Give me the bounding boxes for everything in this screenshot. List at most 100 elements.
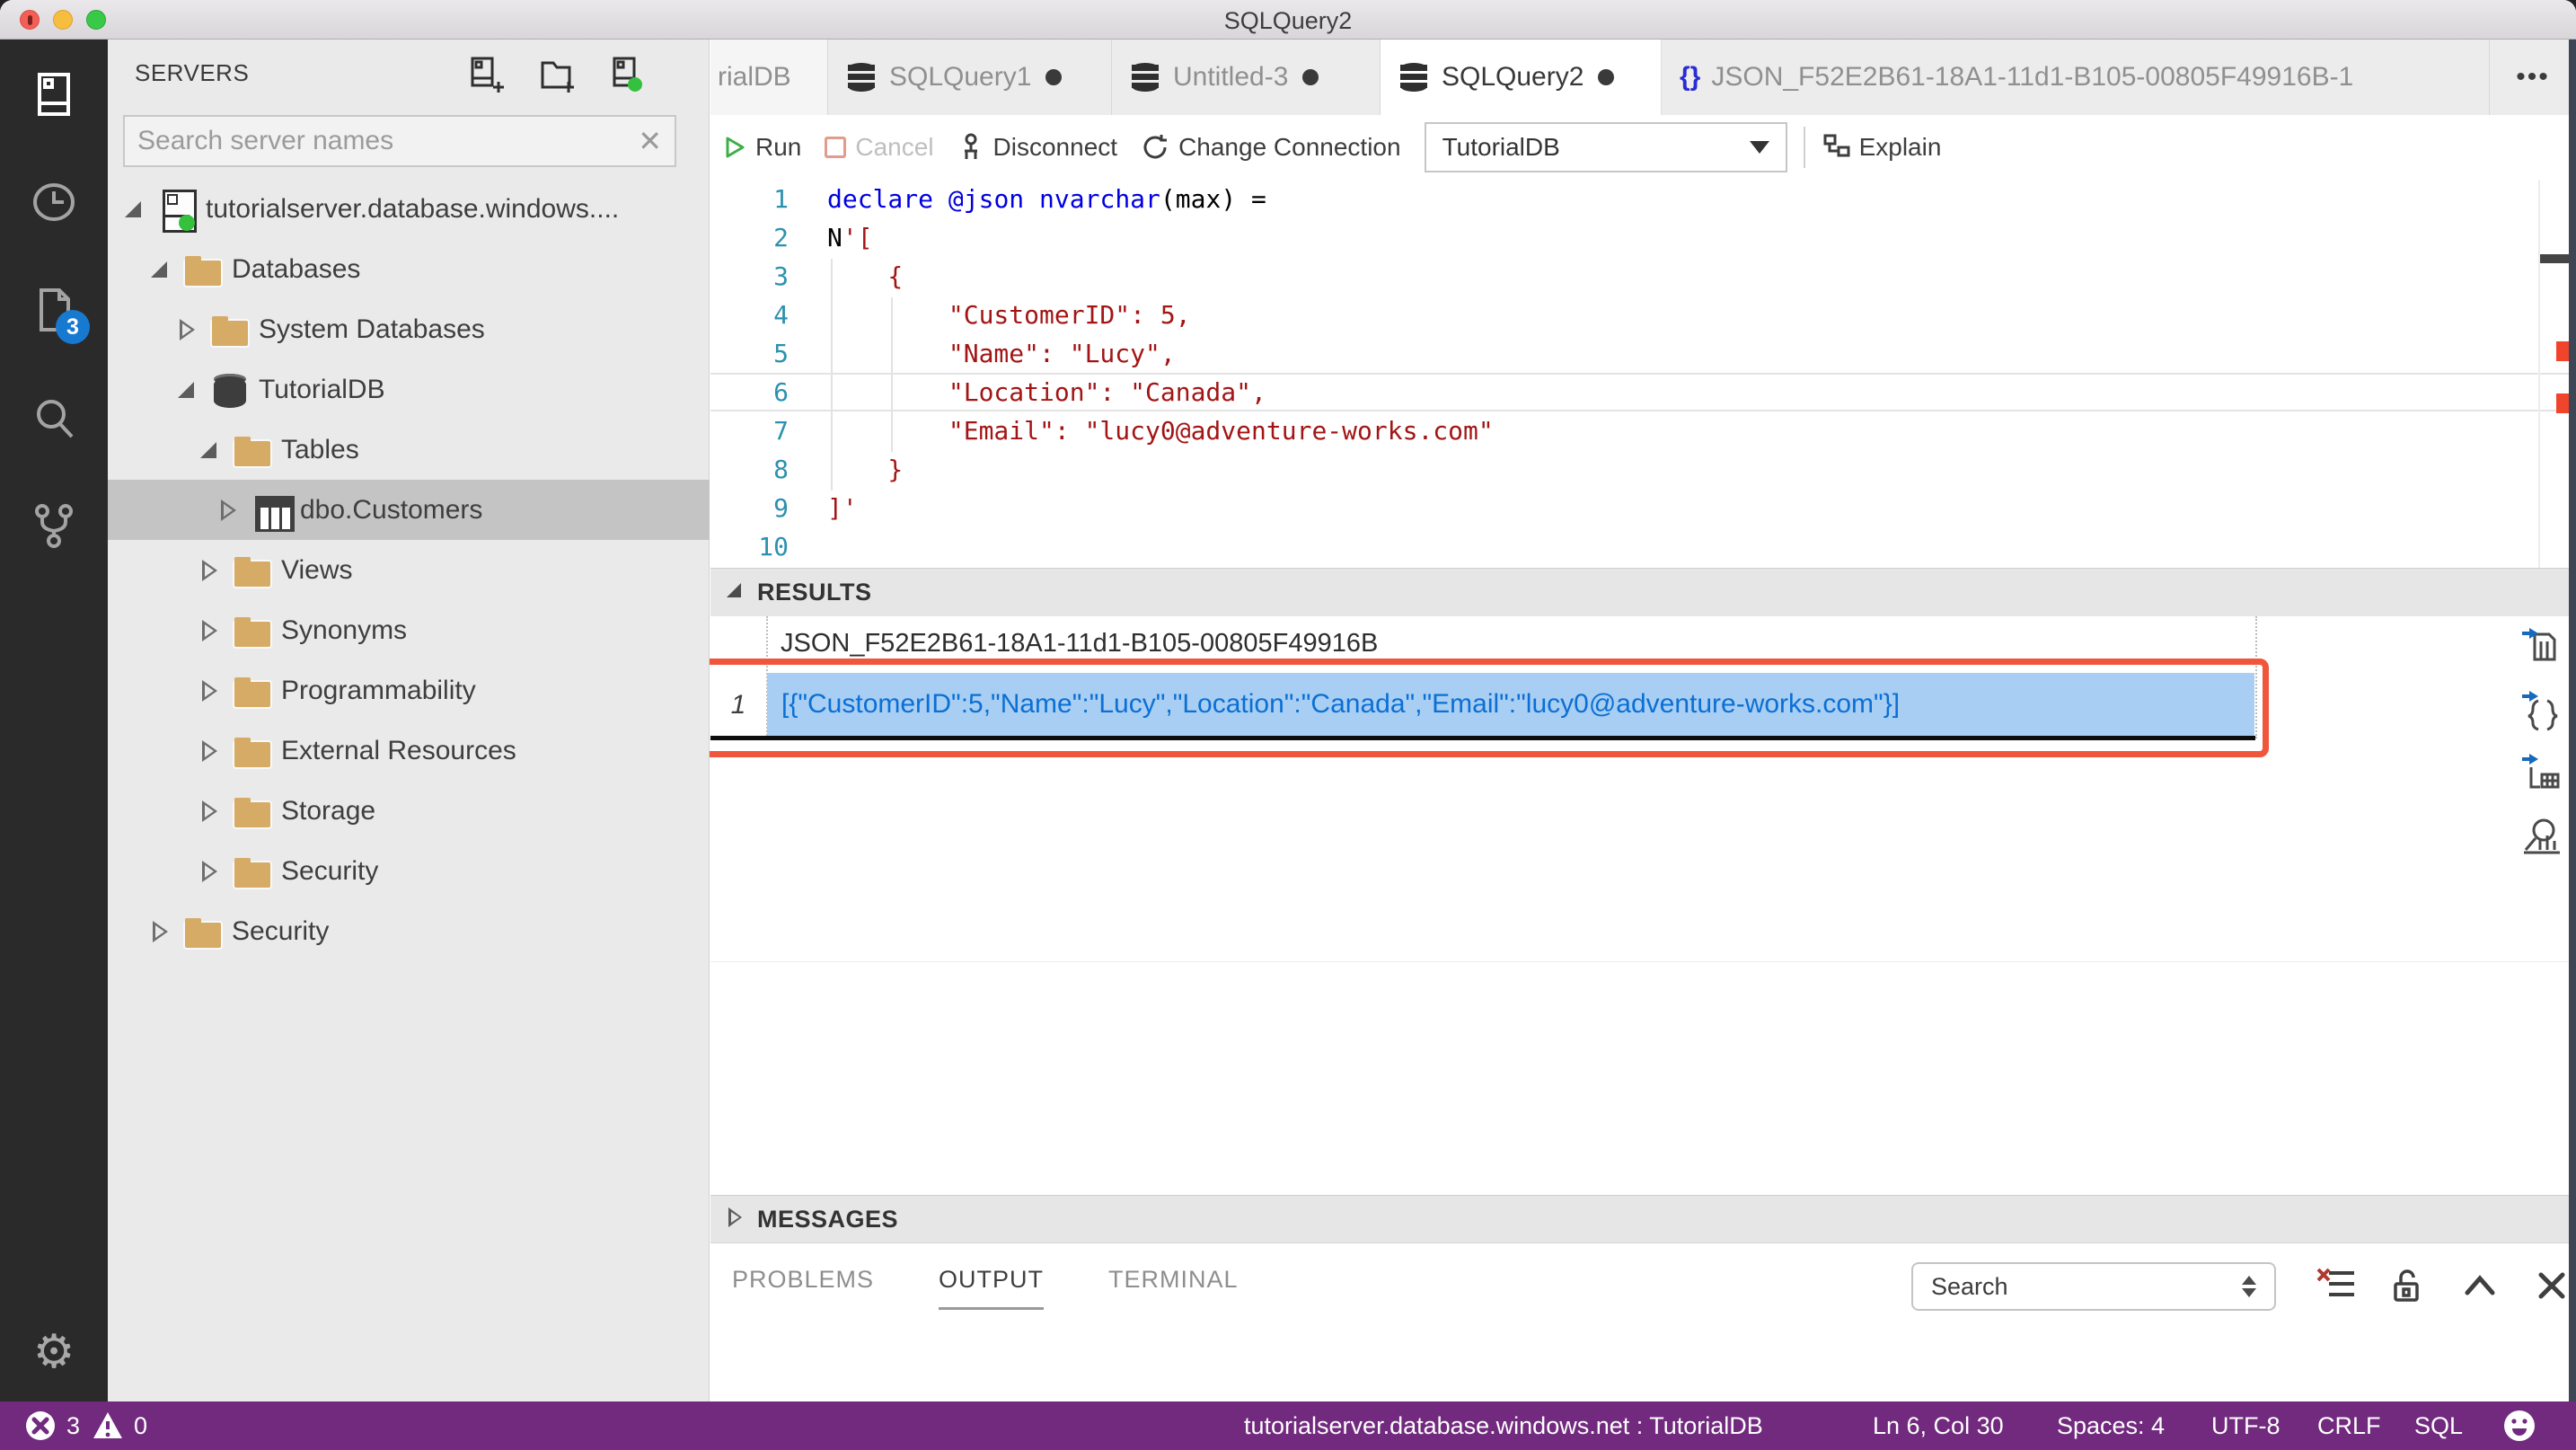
feedback-smiley-icon[interactable] [2502,1401,2536,1450]
sql-editor[interactable]: 1 declare @json nvarchar(max) = 2 N'[ 3 … [710,180,2576,568]
source-control-icon[interactable] [29,500,79,551]
twisty-collapsed-icon[interactable] [198,617,233,644]
tab-sqlquery2[interactable]: SQLQuery2 [1381,40,1662,115]
dirty-dot-icon[interactable] [1598,69,1615,85]
twisty-expanded-icon[interactable] [149,256,183,283]
more-tabs-button[interactable]: ••• [2490,40,2576,115]
twisty-expanded-icon[interactable] [123,196,157,223]
twisty-collapsed-icon[interactable] [149,918,183,945]
disconnect-button[interactable]: Disconnect [957,132,1117,163]
new-connection-icon[interactable] [468,56,506,93]
tab-partial-rialdb[interactable]: rialDB [710,40,828,115]
twisty-collapsed-icon[interactable] [217,497,251,524]
tab-output[interactable]: OUTPUT [939,1266,1045,1310]
line-number: 1 [773,184,789,214]
run-button[interactable]: Run [723,133,801,162]
active-connections-icon[interactable] [608,56,646,93]
change-connection-button[interactable]: Change Connection [1141,133,1401,162]
encoding-status[interactable]: UTF-8 [2211,1401,2280,1450]
twisty-expanded-icon[interactable] [721,579,757,606]
line-number: 4 [773,300,789,330]
tree-item-tables[interactable]: Tables [108,420,710,480]
results-section-header[interactable]: RESULTS [710,568,2576,616]
tree-item-security-db[interactable]: Security [108,841,710,901]
tree-item-views[interactable]: Views [108,540,710,600]
tree-item-system-databases[interactable]: System Databases [108,299,710,359]
search-icon[interactable] [29,393,79,443]
tree-item-programmability[interactable]: Programmability [108,660,710,721]
tree-item-databases[interactable]: Databases [108,239,710,299]
twisty-collapsed-icon[interactable] [176,316,210,343]
twisty-collapsed-icon[interactable] [198,738,233,765]
output-channel-select[interactable]: Search [1911,1262,2276,1311]
save-as-excel-icon[interactable] [2520,751,2563,794]
tree-item-server[interactable]: tutorialserver.database.windows.... [108,179,710,239]
messages-section-header[interactable]: MESSAGES [710,1195,2576,1243]
cancel-button[interactable]: Cancel [825,133,934,162]
warnings-status[interactable]: 0 [93,1410,147,1441]
open-editors-icon[interactable]: 3 [29,285,90,344]
save-as-csv-icon[interactable] [2520,625,2563,668]
code-line[interactable]: 7 "Email": "lucy0@adventure-works.com" [710,411,2576,450]
tree-item-tutorialdb[interactable]: TutorialDB [108,359,710,420]
grid-column-border[interactable] [2255,616,2257,738]
explain-button[interactable]: Explain [1822,133,1941,162]
code-line-current[interactable]: 6 "Location": "Canada", [710,373,2576,411]
save-as-json-icon[interactable] [2520,688,2563,731]
twisty-collapsed-icon[interactable] [198,858,233,885]
error-icon [26,1411,55,1440]
title-bar[interactable]: SQLQuery2 [0,0,2576,40]
code-line[interactable]: 10 [710,527,2576,566]
tab-sqlquery1[interactable]: SQLQuery1 [828,40,1112,115]
tab-terminal[interactable]: TERMINAL [1108,1266,1239,1310]
editor-tab-bar: rialDB SQLQuery1 Untitled-3 SQLQuery2 {}… [710,40,2576,115]
results-column-header[interactable]: JSON_F52E2B61-18A1-11d1-B105-00805F49916… [781,629,1378,659]
clear-search-icon[interactable]: ✕ [638,124,662,158]
code-line[interactable]: 5 "Name": "Lucy", [710,334,2576,373]
maximize-panel-icon[interactable] [2460,1266,2500,1305]
tree-item-security-server[interactable]: Security [108,901,710,961]
cursor-position-status[interactable]: Ln 6, Col 30 [1873,1401,2004,1450]
tab-untitled-3[interactable]: Untitled-3 [1112,40,1381,115]
line-number: 9 [773,493,789,523]
code-line[interactable]: 9 ]' [710,489,2576,527]
twisty-collapsed-icon[interactable] [721,1206,757,1233]
tree-item-synonyms[interactable]: Synonyms [108,600,710,660]
twisty-expanded-icon[interactable] [198,437,233,464]
lock-scrolling-icon[interactable] [2388,1266,2428,1305]
code-line[interactable]: 8 } [710,450,2576,489]
folder-icon [233,551,281,590]
database-dropdown[interactable]: TutorialDB [1424,122,1787,172]
twisty-collapsed-icon[interactable] [198,798,233,825]
twisty-collapsed-icon[interactable] [198,557,233,584]
tab-problems[interactable]: PROBLEMS [732,1266,874,1310]
close-panel-icon[interactable] [2532,1266,2572,1305]
settings-gear-icon[interactable]: ⚙ [29,1327,79,1377]
view-as-chart-icon[interactable] [2520,814,2563,857]
results-pane-divider [710,961,2576,962]
indentation-status[interactable]: Spaces: 4 [2057,1401,2165,1450]
dirty-dot-icon[interactable] [1045,69,1063,85]
new-server-group-icon[interactable] [538,56,576,93]
connection-status[interactable]: tutorialserver.database.windows.net : Tu… [1244,1401,1763,1450]
language-mode-status[interactable]: SQL [2414,1401,2463,1450]
clear-output-icon[interactable] [2316,1266,2356,1305]
code-line[interactable]: 4 "CustomerID": 5, [710,296,2576,334]
servers-icon[interactable] [29,69,79,119]
server-search-input[interactable] [137,119,622,163]
result-cell-json-link[interactable]: [{"CustomerID":5,"Name":"Lucy","Location… [767,673,2254,736]
errors-status[interactable]: 3 [25,1410,80,1441]
dirty-dot-icon[interactable] [1302,69,1319,85]
eol-status[interactable]: CRLF [2317,1401,2381,1450]
task-history-icon[interactable] [29,177,79,227]
row-number[interactable]: 1 [710,674,766,737]
tree-item-storage[interactable]: Storage [108,781,710,841]
code-line[interactable]: 1 declare @json nvarchar(max) = [710,180,2576,218]
code-line[interactable]: 2 N'[ [710,218,2576,257]
twisty-expanded-icon[interactable] [176,376,210,403]
tree-item-dbo-customers[interactable]: dbo.Customers [108,480,710,540]
tree-item-external-resources[interactable]: External Resources [108,721,710,781]
tab-json-results[interactable]: {} JSON_F52E2B61-18A1-11d1-B105-00805F49… [1662,40,2490,115]
twisty-collapsed-icon[interactable] [198,677,233,704]
code-line[interactable]: 3 { [710,257,2576,296]
